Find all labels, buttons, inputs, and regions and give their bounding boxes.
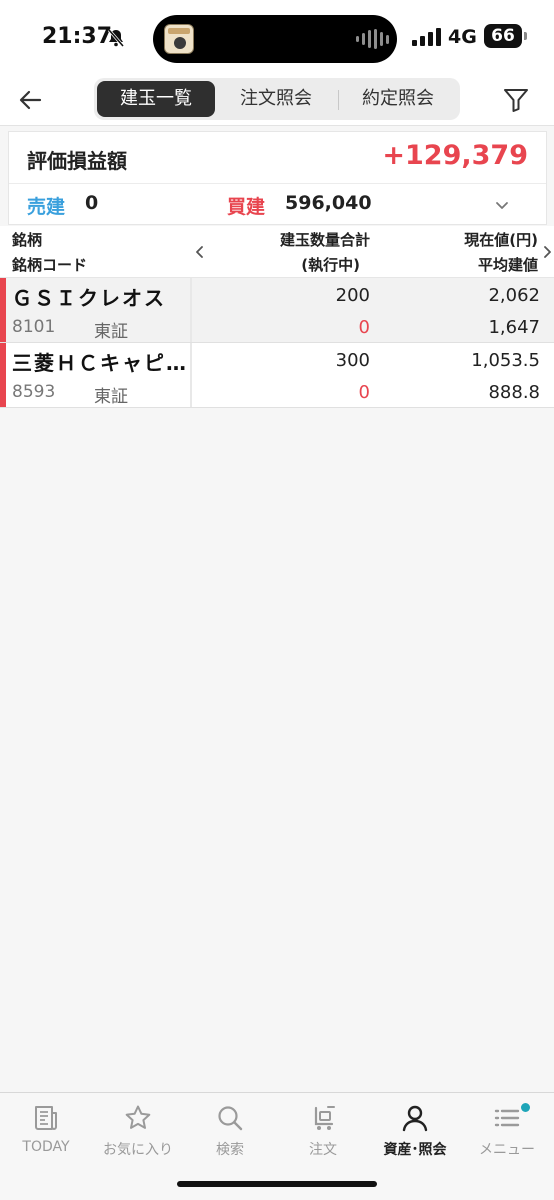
now-playing-artwork-icon bbox=[164, 24, 194, 54]
chevron-left-icon[interactable] bbox=[192, 244, 208, 260]
notification-dot bbox=[521, 1103, 530, 1112]
quantity: 200 bbox=[335, 285, 370, 306]
silent-bell-icon bbox=[107, 29, 125, 47]
pl-value: +129,379 bbox=[382, 140, 528, 171]
person-icon bbox=[402, 1105, 428, 1132]
view-segmented-control: 建玉一覧 注文照会 約定照会 bbox=[94, 78, 460, 120]
stock-name: ＧＳＩクレオス bbox=[12, 286, 166, 310]
news-icon bbox=[35, 1106, 57, 1130]
market: 東証 bbox=[94, 322, 128, 342]
status-time: 21:37 bbox=[42, 24, 113, 49]
tab-today[interactable]: TODAY bbox=[0, 1101, 92, 1161]
top-nav-bar: 建玉一覧 注文照会 約定照会 bbox=[0, 76, 554, 126]
battery-level: 66 bbox=[491, 26, 515, 46]
menu-icon bbox=[494, 1109, 520, 1127]
dynamic-island[interactable] bbox=[153, 15, 397, 63]
current-price: 2,062 bbox=[488, 285, 540, 306]
tab-execution-inquiry[interactable]: 約定照会 bbox=[339, 81, 457, 117]
tab-order[interactable]: 注文 bbox=[277, 1101, 369, 1161]
battery-icon: 66 bbox=[484, 24, 527, 48]
stock-name: 三菱ＨＣキャピ… bbox=[12, 351, 188, 375]
header-average-price: 平均建値 bbox=[477, 256, 538, 274]
executing-quantity: 0 bbox=[358, 317, 370, 338]
network-type: 4G bbox=[448, 26, 477, 48]
tab-positions[interactable]: 建玉一覧 bbox=[97, 81, 215, 117]
pl-label: 評価損益額 bbox=[27, 149, 127, 173]
tab-assets-inquiry[interactable]: 資産･照会 bbox=[369, 1101, 461, 1161]
stock-code: 8593 bbox=[12, 382, 56, 402]
tab-order-inquiry[interactable]: 注文照会 bbox=[217, 81, 335, 117]
buy-position-label: 買建 bbox=[227, 196, 266, 218]
cart-icon bbox=[314, 1106, 335, 1130]
chevron-down-icon[interactable] bbox=[492, 195, 512, 215]
tab-label: お気に入り bbox=[103, 1142, 173, 1158]
table-row[interactable]: 三菱ＨＣキャピ… 8593 東証 300 0 1,053.5 888.8 bbox=[0, 343, 554, 408]
filter-icon[interactable] bbox=[500, 84, 532, 116]
current-price: 1,053.5 bbox=[471, 350, 540, 371]
average-price: 1,647 bbox=[488, 317, 540, 338]
average-price: 888.8 bbox=[488, 382, 540, 403]
tab-label: 注文 bbox=[309, 1142, 337, 1158]
header-total-quantity: 建玉数量合計 bbox=[279, 231, 370, 249]
tab-favorites[interactable]: お気に入り bbox=[92, 1101, 184, 1161]
sell-position-label: 売建 bbox=[27, 196, 66, 218]
audio-waveform-icon bbox=[356, 29, 389, 49]
tab-label: 資産･照会 bbox=[383, 1142, 447, 1158]
header-current-price: 現在値(円) bbox=[464, 231, 538, 249]
header-stock-name: 銘柄 bbox=[12, 231, 43, 249]
status-bar: 21:37 4G 66 bbox=[0, 0, 554, 76]
header-stock-code: 銘柄コード bbox=[12, 256, 88, 274]
tab-label: メニュー bbox=[479, 1142, 535, 1158]
back-arrow-icon[interactable] bbox=[16, 84, 48, 116]
market: 東証 bbox=[94, 387, 128, 407]
pl-summary-card: 評価損益額 +129,379 売建 0 買建 596,040 bbox=[8, 131, 547, 225]
tab-search[interactable]: 検索 bbox=[184, 1101, 276, 1161]
header-executing: (執行中) bbox=[301, 256, 360, 274]
quantity: 300 bbox=[335, 350, 370, 371]
table-header: 銘柄 銘柄コード 建玉数量合計 (執行中) 現在値(円) 平均建値 bbox=[0, 226, 554, 278]
tab-label: TODAY bbox=[22, 1139, 70, 1155]
positions-table: ＧＳＩクレオス 8101 東証 200 0 2,062 1,647 三菱ＨＣキャ… bbox=[0, 278, 554, 408]
chevron-right-icon[interactable] bbox=[539, 244, 554, 260]
buy-position-value: 596,040 bbox=[285, 192, 372, 214]
table-row[interactable]: ＧＳＩクレオス 8101 東証 200 0 2,062 1,647 bbox=[0, 278, 554, 343]
tab-label: 検索 bbox=[216, 1142, 244, 1158]
search-icon bbox=[218, 1106, 243, 1131]
star-icon bbox=[125, 1105, 151, 1129]
tab-menu[interactable]: メニュー bbox=[461, 1101, 553, 1161]
stock-code: 8101 bbox=[12, 317, 56, 337]
executing-quantity: 0 bbox=[358, 382, 370, 403]
sell-position-value: 0 bbox=[85, 192, 99, 214]
home-indicator[interactable] bbox=[177, 1181, 377, 1187]
cellular-signal-icon bbox=[412, 26, 441, 46]
